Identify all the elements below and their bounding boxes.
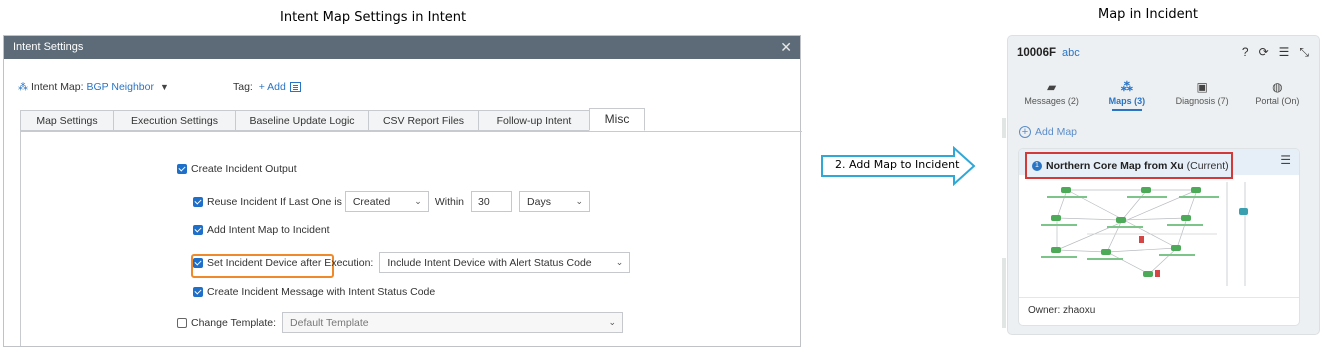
- menu-icon[interactable]: ☰: [1279, 45, 1290, 60]
- chevron-down-icon: ⌄: [615, 257, 624, 267]
- create-incident-checkbox[interactable]: [177, 164, 187, 174]
- create-message-option[interactable]: Create Incident Message with Intent Stat…: [193, 286, 435, 298]
- create-message-checkbox[interactable]: [193, 287, 203, 297]
- portal-icon: ◍: [1272, 80, 1283, 94]
- reuse-incident-label: Reuse Incident If Last One is: [207, 195, 342, 208]
- reuse-incident-option[interactable]: Reuse Incident If Last One is Created ⌄ W…: [193, 191, 591, 212]
- add-map-button[interactable]: + Add Map: [1019, 126, 1077, 138]
- active-tab-underline: [1111, 109, 1142, 111]
- tab-diagnosis-label: Diagnosis (7): [1175, 96, 1229, 106]
- tag-row: Tag: + Add: [233, 81, 301, 93]
- caption-right: Map in Incident: [1098, 7, 1198, 22]
- tab-misc[interactable]: Misc: [589, 108, 645, 131]
- within-label: Within: [434, 195, 465, 208]
- map-card-title[interactable]: 1 Northern Core Map from Xu (Current): [1025, 152, 1233, 179]
- incident-tabs: ▰ Messages (2) ⁂ Maps (3) ▣ Diagnosis (7…: [1008, 80, 1319, 111]
- card-menu-icon[interactable]: ☰: [1280, 153, 1291, 167]
- reuse-incident-checkbox[interactable]: [193, 196, 203, 207]
- tab-maps[interactable]: ⁂ Maps (3): [1092, 80, 1162, 111]
- tab-diagnosis[interactable]: ▣ Diagnosis (7): [1167, 80, 1237, 111]
- change-template-checkbox[interactable]: [177, 317, 187, 328]
- network-icon: ⁂: [18, 81, 28, 93]
- incident-panel: 10006F abc ? ⟳ ☰ ⤡ ▰ Messages (2) ⁂ Maps …: [1007, 35, 1320, 335]
- add-intent-map-label: Add Intent Map to Incident: [207, 224, 330, 236]
- map-owner: Owner: zhaoxu: [1019, 297, 1299, 325]
- tab-messages[interactable]: ▰ Messages (2): [1017, 80, 1087, 111]
- diagnosis-icon: ▣: [1196, 80, 1208, 94]
- incident-id: 10006F: [1017, 47, 1057, 59]
- maps-icon: ⁂: [1120, 80, 1133, 94]
- tag-label: Tag:: [233, 81, 253, 93]
- map-thumbnail[interactable]: [1027, 182, 1257, 286]
- set-device-option[interactable]: Set Incident Device after Execution: Inc…: [193, 252, 631, 273]
- device-filter-select[interactable]: Include Intent Device with Alert Status …: [379, 252, 631, 273]
- chevron-down-icon[interactable]: ▼: [160, 82, 169, 92]
- add-map-label: Add Map: [1035, 126, 1078, 138]
- intent-map-row: ⁂ Intent Map: BGP Neighbor ▼: [18, 81, 169, 93]
- set-device-label: Set Incident Device after Execution:: [207, 256, 374, 269]
- dialog-title-bar: Intent Settings ✕: [4, 36, 800, 59]
- create-incident-option[interactable]: Create Incident Output: [177, 163, 297, 175]
- background-strip: [1002, 258, 1006, 328]
- add-intent-map-checkbox[interactable]: [193, 225, 203, 235]
- intent-map-label: Intent Map:: [31, 81, 84, 93]
- set-device-checkbox[interactable]: [193, 257, 203, 268]
- map-number-badge: 1: [1032, 160, 1042, 171]
- change-template-option[interactable]: Change Template: Default Template ⌄: [177, 312, 624, 333]
- within-value-input[interactable]: 30: [471, 191, 513, 212]
- create-incident-label: Create Incident Output: [191, 163, 297, 175]
- tab-map-settings[interactable]: Map Settings: [20, 110, 113, 131]
- add-intent-map-option[interactable]: Add Intent Map to Incident: [193, 224, 330, 236]
- background-strip: [1002, 118, 1006, 138]
- reuse-status-select[interactable]: Created ⌄: [344, 191, 429, 212]
- map-card[interactable]: 1 Northern Core Map from Xu (Current) ☰: [1018, 148, 1300, 326]
- collapse-icon[interactable]: ⤡: [1299, 45, 1309, 60]
- chevron-down-icon: ⌄: [608, 317, 617, 327]
- map-card-header: 1 Northern Core Map from Xu (Current) ☰: [1019, 149, 1299, 179]
- header-icons: ? ⟳ ☰ ⤡: [1242, 45, 1309, 60]
- arrow-label: 2. Add Map to Incident: [835, 158, 960, 171]
- incident-header: 10006F abc: [1017, 47, 1080, 59]
- tab-follow-up-intent[interactable]: Follow-up Intent: [478, 110, 589, 131]
- intent-settings-dialog: Intent Settings ✕ ⁂ Intent Map: BGP Neig…: [3, 35, 802, 347]
- dialog-title: Intent Settings: [13, 41, 84, 53]
- refresh-icon[interactable]: ⟳: [1259, 45, 1269, 60]
- caption-left: Intent Map Settings in Intent: [280, 10, 467, 25]
- close-icon[interactable]: ✕: [780, 36, 792, 59]
- help-icon[interactable]: ?: [1242, 45, 1249, 60]
- tab-baseline-update-logic[interactable]: Baseline Update Logic: [235, 110, 368, 131]
- incident-name[interactable]: abc: [1062, 47, 1080, 59]
- tab-portal[interactable]: ◍ Portal (On): [1242, 80, 1312, 111]
- template-select[interactable]: Default Template ⌄: [282, 312, 624, 333]
- map-status: (Current): [1186, 159, 1229, 172]
- intent-map-selector[interactable]: BGP Neighbor: [86, 81, 154, 93]
- create-message-label: Create Incident Message with Intent Stat…: [207, 286, 436, 298]
- tab-maps-label: Maps (3): [1108, 96, 1146, 106]
- map-title: Northern Core Map from Xu: [1046, 159, 1184, 172]
- within-unit-select[interactable]: Days ⌄: [519, 191, 591, 212]
- tab-csv-report-files[interactable]: CSV Report Files: [368, 110, 478, 131]
- messages-icon: ▰: [1047, 80, 1057, 94]
- tab-portal-label: Portal (On): [1255, 96, 1300, 106]
- tab-messages-label: Messages (2): [1024, 96, 1079, 106]
- chevron-down-icon: ⌄: [414, 196, 422, 206]
- tab-execution-settings[interactable]: Execution Settings: [113, 110, 235, 131]
- chevron-down-icon: ⌄: [575, 196, 584, 206]
- add-tag-link[interactable]: + Add: [259, 81, 286, 93]
- plus-circle-icon: +: [1019, 126, 1031, 138]
- change-template-label: Change Template:: [191, 316, 277, 329]
- tag-list-icon[interactable]: [289, 82, 301, 92]
- settings-tabs: Map Settings Execution Settings Baseline…: [20, 108, 645, 131]
